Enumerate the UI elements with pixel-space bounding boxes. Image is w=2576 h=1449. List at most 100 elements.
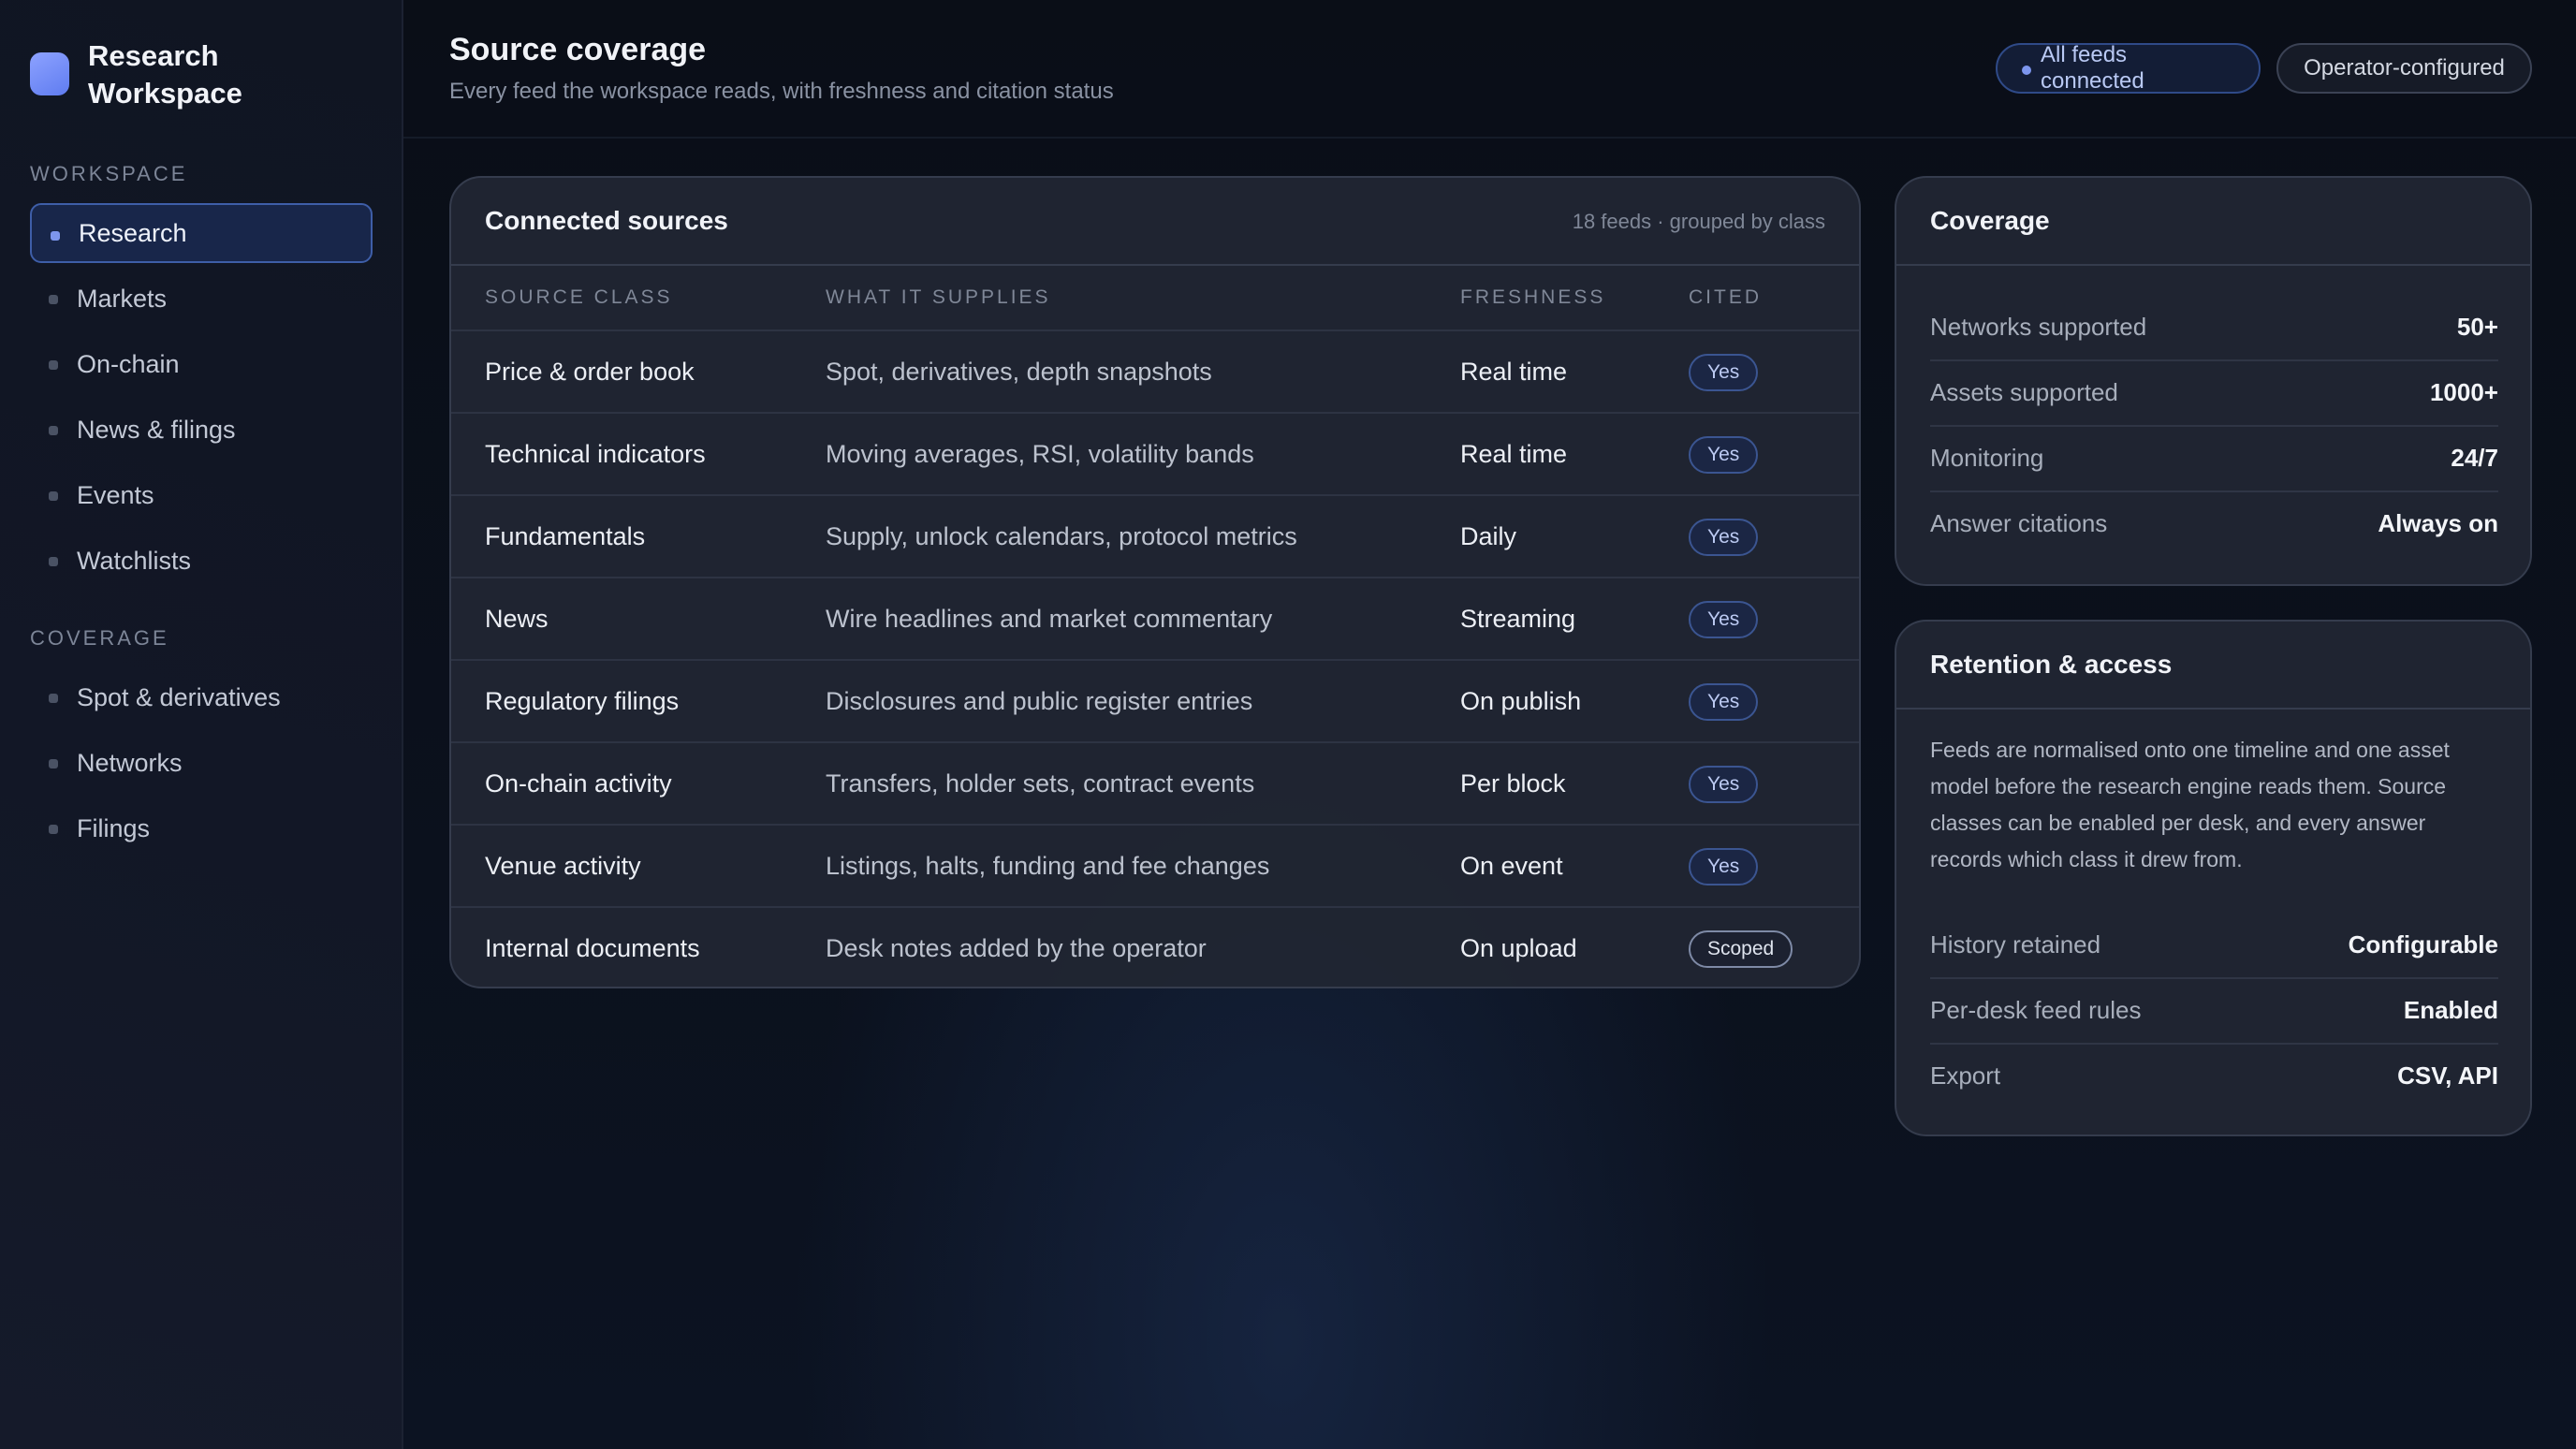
logo-icon xyxy=(30,52,69,95)
column-header-supplies: WHAT IT SUPPLIES xyxy=(826,286,1051,308)
retention-card: Retention & access Feeds are normalised … xyxy=(1895,620,2532,1136)
cited-badge: Yes xyxy=(1689,519,1759,556)
sidebar: Research Workspace WORKSPACE Research Ma… xyxy=(0,0,403,1449)
retention-label: Export xyxy=(1930,1061,2001,1090)
cited-badge: Yes xyxy=(1689,436,1759,474)
table-row[interactable]: On-chain activity Transfers, holder sets… xyxy=(451,741,1859,824)
source-class-cell: Venue activity xyxy=(485,852,641,880)
coverage-row: Monitoring 24/7 xyxy=(1930,425,2498,490)
freshness-cell: On upload xyxy=(1460,934,1577,962)
bullet-icon xyxy=(51,231,60,241)
status-badge: All feeds connected xyxy=(1996,42,2261,94)
coverage-row: Answer citations Always on xyxy=(1930,490,2498,556)
supplies-cell: Moving averages, RSI, volatility bands xyxy=(826,440,1254,468)
source-class-cell: News xyxy=(485,605,549,633)
source-class-cell: Price & order book xyxy=(485,358,695,386)
table-row[interactable]: News Wire headlines and market commentar… xyxy=(451,577,1859,659)
supplies-cell: Disclosures and public register entries xyxy=(826,687,1253,715)
table-row[interactable]: Venue activity Listings, halts, funding … xyxy=(451,824,1859,906)
retention-row: History retained Configurable xyxy=(1930,912,2498,977)
freshness-cell: Streaming xyxy=(1460,605,1576,633)
card-title: Coverage xyxy=(1930,206,2050,235)
card-title: Retention & access xyxy=(1930,650,2173,679)
sidebar-item-label: Networks xyxy=(77,748,183,777)
coverage-row: Networks supported 50+ xyxy=(1930,294,2498,359)
sidebar-item-label: Watchlists xyxy=(77,546,192,575)
coverage-value: Always on xyxy=(2378,508,2498,537)
source-class-cell: On-chain activity xyxy=(485,769,672,798)
bullet-icon xyxy=(49,825,58,834)
bullet-icon xyxy=(49,694,58,703)
supplies-cell: Desk notes added by the operator xyxy=(826,934,1207,962)
brand-name: Research Workspace xyxy=(88,39,242,110)
sidebar-item-label: Research xyxy=(79,218,187,247)
freshness-cell: On event xyxy=(1460,852,1563,880)
supplies-cell: Wire headlines and market commentary xyxy=(826,605,1273,633)
config-badge: Operator-configured xyxy=(2276,43,2532,94)
supplies-cell: Spot, derivatives, depth snapshots xyxy=(826,358,1212,386)
cited-badge: Yes xyxy=(1689,848,1759,886)
connected-sources-card: Connected sources 18 feeds · grouped by … xyxy=(449,176,1861,988)
retention-row: Per-desk feed rules Enabled xyxy=(1930,977,2498,1043)
status-badge-label: All feeds connected xyxy=(2041,42,2144,94)
coverage-label: Networks supported xyxy=(1930,312,2147,341)
status-dot-icon xyxy=(2022,66,2031,75)
config-badge-label: Operator-configured xyxy=(2304,55,2505,80)
coverage-row: Assets supported 1000+ xyxy=(1930,359,2498,425)
table-row[interactable]: Fundamentals Supply, unlock calendars, p… xyxy=(451,494,1859,577)
section-label-workspace: WORKSPACE xyxy=(30,162,188,185)
sidebar-item-markets[interactable]: Markets xyxy=(30,269,373,329)
bullet-icon xyxy=(49,360,58,370)
sidebar-item-filings[interactable]: Filings xyxy=(30,798,373,858)
table-row[interactable]: Technical indicators Moving averages, RS… xyxy=(451,412,1859,494)
column-header-freshness: FRESHNESS xyxy=(1460,286,1606,308)
sidebar-item-label: News & filings xyxy=(77,415,236,444)
sidebar-item-watchlists[interactable]: Watchlists xyxy=(30,531,373,591)
retention-description: Feeds are normalised onto one timeline a… xyxy=(1930,738,2450,871)
table-row[interactable]: Price & order book Spot, derivatives, de… xyxy=(451,329,1859,412)
source-class-cell: Regulatory filings xyxy=(485,687,680,715)
sidebar-item-label: Events xyxy=(77,480,154,509)
page-subtitle: Every feed the workspace reads, with fre… xyxy=(449,79,1114,104)
coverage-label: Assets supported xyxy=(1930,377,2118,406)
retention-label: Per-desk feed rules xyxy=(1930,995,2142,1024)
sidebar-item-on-chain[interactable]: On-chain xyxy=(30,334,373,394)
bullet-icon xyxy=(49,759,58,768)
table-row[interactable]: Internal documents Desk notes added by t… xyxy=(451,906,1859,987)
freshness-cell: Daily xyxy=(1460,522,1517,550)
column-header-cited: CITED xyxy=(1689,286,1762,308)
sidebar-item-spot-derivatives[interactable]: Spot & derivatives xyxy=(30,667,373,727)
sidebar-item-news-filings[interactable]: News & filings xyxy=(30,400,373,460)
sidebar-item-label: Filings xyxy=(77,813,151,842)
freshness-cell: On publish xyxy=(1460,687,1582,715)
bullet-icon xyxy=(49,491,58,501)
retention-value: Configurable xyxy=(2348,929,2498,959)
divider xyxy=(1896,708,2530,710)
retention-value: Enabled xyxy=(2403,995,2498,1024)
page-title: Source coverage xyxy=(449,32,707,67)
sidebar-item-label: Markets xyxy=(77,284,168,313)
freshness-cell: Real time xyxy=(1460,358,1568,386)
coverage-label: Monitoring xyxy=(1930,443,2044,472)
retention-value: CSV, API xyxy=(2397,1061,2498,1090)
sidebar-item-events[interactable]: Events xyxy=(30,465,373,525)
retention-label: History retained xyxy=(1930,929,2101,959)
cited-badge: Yes xyxy=(1689,354,1759,391)
sources-meta: 18 feeds · grouped by class xyxy=(1572,210,1825,233)
bullet-icon xyxy=(49,295,58,304)
divider xyxy=(451,264,1859,266)
cited-badge: Yes xyxy=(1689,683,1759,721)
cited-badge: Yes xyxy=(1689,766,1759,803)
coverage-value: 24/7 xyxy=(2451,443,2498,472)
cited-badge: Scoped xyxy=(1689,930,1793,968)
sidebar-item-research[interactable]: Research xyxy=(30,203,373,263)
brand: Research Workspace xyxy=(30,37,275,112)
source-class-cell: Technical indicators xyxy=(485,440,706,468)
retention-row: Export CSV, API xyxy=(1930,1043,2498,1108)
table-row[interactable]: Regulatory filings Disclosures and publi… xyxy=(451,659,1859,741)
bullet-icon xyxy=(49,557,58,566)
card-title: Connected sources xyxy=(485,206,728,235)
header-divider xyxy=(403,137,2576,139)
cited-badge: Yes xyxy=(1689,601,1759,638)
sidebar-item-networks[interactable]: Networks xyxy=(30,733,373,793)
